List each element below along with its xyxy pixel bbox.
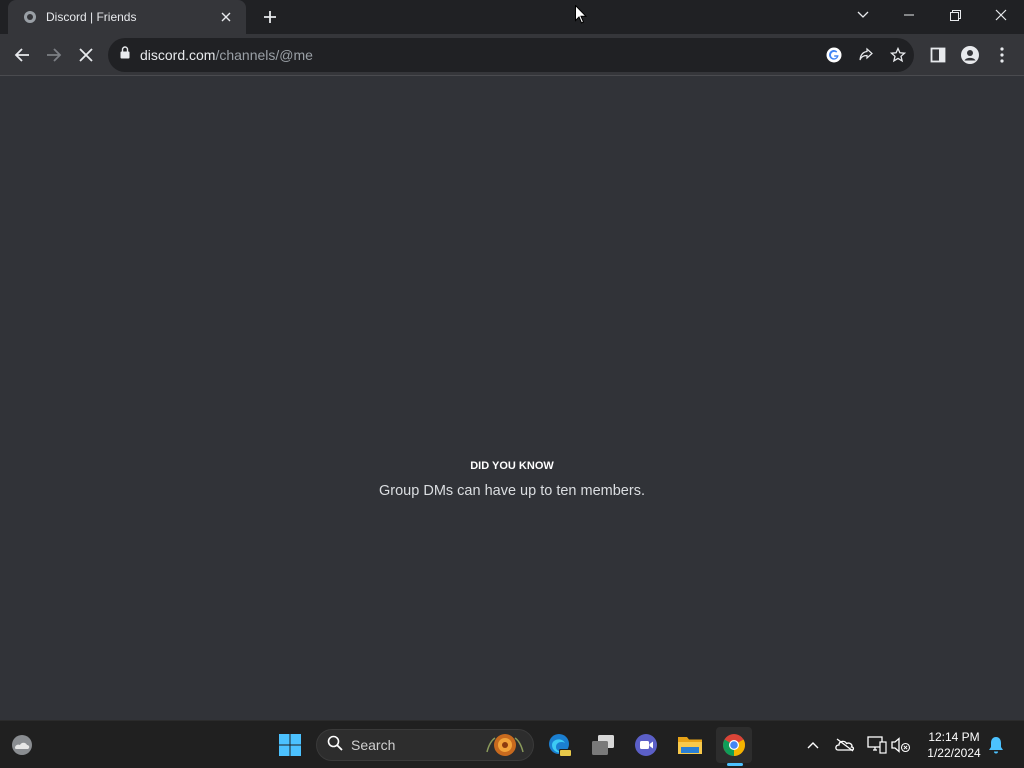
browser-menu-icon[interactable] [988,41,1016,69]
bookmark-star-icon[interactable] [884,41,912,69]
tab-discord-friends[interactable]: Discord | Friends [8,0,246,34]
start-button-windows-icon[interactable] [272,727,308,763]
taskbar-search-box[interactable]: Search [316,729,534,761]
chrome-icon[interactable] [716,727,752,763]
search-label: Search [351,737,396,753]
teams-meet-icon[interactable] [628,727,664,763]
chrome-active-indicator [727,763,743,766]
back-button[interactable] [8,41,36,69]
file-explorer-icon[interactable] [672,727,708,763]
url-text[interactable]: discord.com/channels/@me [140,47,313,63]
edge-dev-browser-icon[interactable] [542,727,578,763]
tab-close-icon[interactable] [216,7,236,27]
forward-button[interactable] [40,41,68,69]
stop-loading-button[interactable] [72,41,100,69]
search-icon [327,735,343,756]
weather-widget-icon[interactable] [4,727,40,763]
notification-bell-icon[interactable] [984,733,1008,757]
discord-favicon-icon [22,9,38,25]
profile-avatar-icon[interactable] [956,41,984,69]
onedrive-offline-icon[interactable] [833,733,857,757]
share-icon[interactable] [852,41,880,69]
clock-time: 12:14 PM [928,730,980,744]
side-panel-icon[interactable] [924,41,952,69]
mouse-cursor-icon [575,4,588,29]
browser-tab-strip: Discord | Friends [0,0,1024,34]
url-path: /channels/@me [215,47,313,63]
minimize-button[interactable] [886,0,932,30]
windows-taskbar: Search 12:14 PM 1/22/2024 [0,720,1024,768]
url-host: discord.com [140,47,216,63]
lock-icon[interactable] [120,46,130,64]
task-view-icon[interactable] [585,727,621,763]
discord-loading-screen: DID YOU KNOW Group DMs can have up to te… [0,77,1024,720]
clock-date: 1/22/2024 [927,746,981,760]
taskbar-clock[interactable]: 12:14 PM 1/22/2024 [918,729,990,761]
restore-button[interactable] [932,0,978,30]
network-icon[interactable] [865,733,889,757]
close-window-button[interactable] [978,0,1024,30]
tip-heading: DID YOU KNOW [470,460,554,472]
new-tab-button[interactable] [258,5,282,29]
address-bar[interactable]: discord.com/channels/@me [108,38,914,72]
browser-toolbar: discord.com/channels/@me [0,34,1024,76]
tab-title: Discord | Friends [46,10,137,24]
show-hidden-icons-chevron-icon[interactable] [801,733,825,757]
tip-text: Group DMs can have up to ten members. [379,483,645,499]
volume-muted-icon[interactable] [889,733,913,757]
tab-search-chevron-icon[interactable] [840,0,886,30]
google-lens-icon[interactable] [820,41,848,69]
search-highlight-icon [483,732,527,763]
